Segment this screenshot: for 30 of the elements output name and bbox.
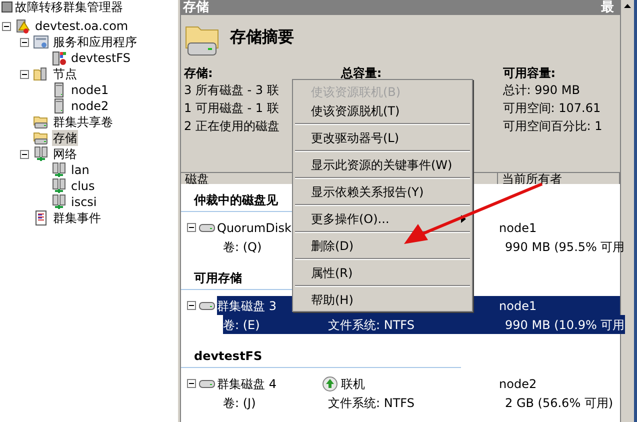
summary-line: 可用空间: 107.61 bbox=[502, 101, 601, 115]
summary-line: 2 正在使用的磁盘 bbox=[184, 119, 280, 133]
filesystem-text: 文件系统: NTFS bbox=[328, 318, 414, 332]
summary-line: 3 所有磁盘 - 3 联 bbox=[184, 83, 279, 97]
volume-text: 卷: (J) bbox=[223, 396, 256, 410]
disk-name: 群集磁盘 4 bbox=[217, 376, 276, 390]
volume-text: 卷: (E) bbox=[223, 318, 260, 332]
owner-text: node2 bbox=[499, 376, 537, 392]
owner-text: node1 bbox=[499, 298, 537, 314]
disk-name: QuorumDisk bbox=[217, 220, 292, 234]
group-header: 仲裁中的磁盘见 bbox=[194, 192, 278, 208]
group-header: 可用存储 bbox=[194, 270, 242, 286]
capacity-text: 990 MB (10.9% 可用 bbox=[505, 316, 625, 334]
capacity-text: 2 GB (56.6% 可用) bbox=[505, 394, 614, 412]
pane-title: 存储 bbox=[183, 0, 209, 15]
summary-label: 总容量: bbox=[340, 65, 383, 81]
summary-line: 可用空间百分比: 1 bbox=[502, 119, 602, 133]
summary-line: 总计: 990 MB bbox=[502, 83, 580, 97]
capacity-text: 990 MB (95.5% 可用 bbox=[505, 238, 625, 256]
group-header: devtestFS bbox=[194, 348, 262, 364]
volume-text: 卷: (Q) bbox=[223, 240, 262, 254]
disk-name: 群集磁盘 3 bbox=[217, 298, 276, 312]
summary-heading: 存储摘要 bbox=[230, 26, 294, 48]
summary-label: 可用容量: bbox=[502, 65, 557, 81]
summary-label: 存储: bbox=[184, 65, 214, 81]
filesystem-text: 文件系统: NTFS bbox=[328, 396, 414, 410]
owner-text: node1 bbox=[499, 220, 537, 236]
pane-title-right: 最 bbox=[601, 0, 614, 15]
status-text: 联机 bbox=[341, 376, 365, 392]
summary-line: 1 可用磁盘 - 1 联 bbox=[184, 101, 279, 115]
